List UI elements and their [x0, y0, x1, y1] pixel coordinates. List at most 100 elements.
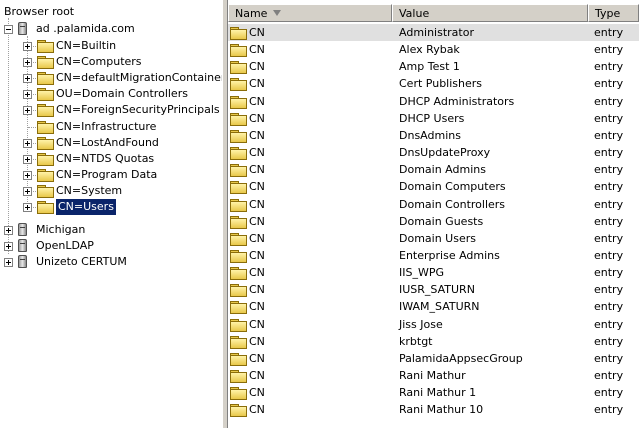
tree-item-0[interactable]: CN=Builtin [0, 38, 222, 54]
name-cell: CN [249, 26, 265, 39]
table-row[interactable]: CN Domain Users entry [228, 230, 639, 247]
table-row[interactable]: CN Rani Mathur 1 entry [228, 384, 639, 401]
folder-icon [230, 215, 247, 229]
tree-item-5[interactable]: CN=Infrastructure [0, 119, 222, 135]
folder-icon-body [37, 122, 54, 134]
expand-icon[interactable] [23, 58, 32, 68]
table-row[interactable]: CN Rani Mathur entry [228, 367, 639, 384]
tree-item-label: CN=Users [56, 199, 116, 215]
folder-icon-body [37, 170, 54, 182]
folder-icon-body [230, 183, 247, 195]
table-row[interactable]: CN Domain Computers entry [228, 178, 639, 195]
value-cell: Rani Mathur [399, 369, 466, 382]
tree-server-3[interactable]: Unizeto CERTUM [0, 254, 222, 270]
type-cell: entry [594, 266, 624, 280]
table-row[interactable]: CN Enterprise Admins entry [228, 247, 639, 264]
type-cell: entry [594, 283, 624, 297]
folder-icon-body [230, 337, 247, 349]
tree-server-label: Michigan [36, 222, 86, 236]
tree-item-label: CN=LostAndFound [56, 135, 159, 149]
expand-icon[interactable] [4, 242, 13, 251]
folder-icon-body [230, 320, 247, 332]
table-row[interactable]: CN PalamidaAppsecGroup entry [228, 350, 639, 367]
collapse-icon[interactable] [4, 25, 13, 34]
value-cell: IWAM_SATURN [399, 300, 480, 314]
table-row[interactable]: CN IIS_WPG entry [228, 264, 639, 281]
list-pane[interactable]: Name Value Type CN Administrator entry CN Al… [228, 0, 639, 428]
sort-descending-icon [273, 10, 281, 16]
expand-icon[interactable] [23, 90, 32, 100]
table-row[interactable]: CN DnsAdmins entry [228, 127, 639, 144]
name-cell: CN [249, 386, 265, 400]
table-row[interactable]: CN krbtgt entry [228, 333, 639, 350]
expand-icon[interactable] [23, 42, 32, 51]
folder-icon-body [37, 58, 54, 70]
tree-server-2[interactable]: OpenLDAP [0, 238, 222, 254]
table-row[interactable]: CN Domain Controllers entry [228, 196, 639, 213]
expand-icon[interactable] [23, 74, 32, 84]
expand-icon[interactable] [4, 225, 13, 235]
tree-server-label: Unizeto CERTUM [36, 255, 127, 268]
column-header-value-label: Value [399, 7, 430, 20]
expand-icon[interactable] [23, 203, 32, 212]
table-row[interactable]: CN DHCP Users entry [228, 110, 639, 127]
expand-icon[interactable] [23, 106, 32, 116]
tree-item-6[interactable]: CN=LostAndFound [0, 135, 222, 151]
tree-item-8[interactable]: CN=Program Data [0, 167, 222, 183]
table-row[interactable]: CN IUSR_SATURN entry [228, 281, 639, 298]
table-row[interactable]: CN Jiss Jose entry [228, 316, 639, 333]
column-header-name[interactable]: Name [228, 4, 392, 22]
name-cell: CN [249, 180, 265, 194]
table-row[interactable]: CN Amp Test 1 entry [228, 58, 639, 75]
folder-icon-body [230, 303, 247, 315]
name-cell: CN [249, 60, 265, 74]
type-cell: entry [594, 26, 624, 39]
table-row[interactable]: CN Domain Guests entry [228, 213, 639, 230]
expand-icon[interactable] [23, 138, 32, 148]
type-cell: entry [594, 317, 624, 331]
value-cell: Domain Admins [399, 163, 486, 177]
table-row[interactable]: CN IWAM_SATURN entry [228, 298, 639, 315]
column-header-value[interactable]: Value [392, 4, 588, 22]
expand-icon[interactable] [23, 154, 32, 164]
tree-item-2[interactable]: CN=defaultMigrationContainer30 [0, 70, 222, 86]
folder-icon [230, 387, 247, 401]
folder-icon-body [37, 74, 54, 86]
expand-icon[interactable] [23, 170, 32, 180]
tree-server-0[interactable]: ad .palamida.com [0, 21, 222, 37]
folder-icon-body [230, 131, 247, 143]
folder-icon-body [37, 106, 54, 118]
folder-icon [37, 136, 54, 150]
table-row[interactable]: CN Rani Mathur 10 entry [228, 401, 639, 418]
expand-icon[interactable] [4, 258, 13, 267]
table-row[interactable]: CN Alex Rybak entry [228, 41, 639, 58]
tree-server-1[interactable]: Michigan [0, 222, 222, 238]
folder-icon-body [37, 90, 54, 102]
tree-item-1[interactable]: CN=Computers [0, 54, 222, 70]
tree-item-label: CN=Infrastructure [56, 119, 157, 133]
folder-icon [230, 181, 247, 195]
column-header-type[interactable]: Type [588, 4, 639, 22]
tree-item-7[interactable]: CN=NTDS Quotas [0, 151, 222, 167]
tree-item-4[interactable]: CN=ForeignSecurityPrincipals [0, 102, 222, 118]
tree-pane[interactable]: Browser root ad .palamida.com Michigan Ope… [0, 0, 222, 428]
tree-item-9[interactable]: CN=System [0, 183, 222, 199]
tree-item-10[interactable]: CN=Users [0, 199, 222, 215]
folder-icon-body [230, 63, 247, 75]
type-cell: entry [594, 60, 624, 74]
folder-icon [230, 44, 247, 58]
table-row[interactable]: CN DHCP Administrators entry [228, 93, 639, 110]
folder-icon [230, 284, 247, 298]
tree-item-3[interactable]: OU=Domain Controllers [0, 86, 222, 102]
folder-icon [230, 318, 247, 332]
table-row[interactable]: CN Cert Publishers entry [228, 75, 639, 92]
value-cell: DnsUpdateProxy [399, 146, 491, 160]
type-cell: entry [594, 111, 624, 125]
value-cell: Rani Mathur 1 [399, 386, 477, 400]
folder-icon [37, 56, 54, 70]
expand-icon[interactable] [23, 186, 32, 196]
table-row[interactable]: CN DnsUpdateProxy entry [228, 144, 639, 161]
table-row[interactable]: CN Administrator entry [228, 24, 639, 41]
table-row[interactable]: CN Domain Admins entry [228, 161, 639, 178]
folder-icon-body [230, 354, 247, 366]
